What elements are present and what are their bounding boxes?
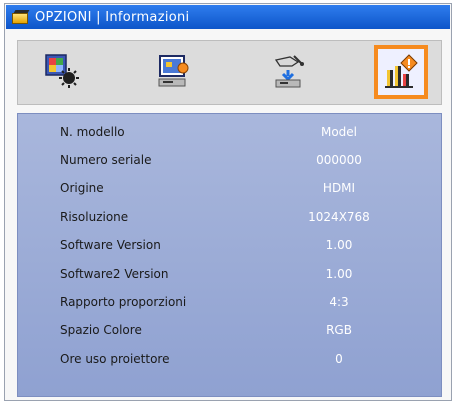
tab-screen[interactable] (148, 45, 202, 99)
setup-icon (274, 55, 304, 88)
info-label: Ore uso proiettore (60, 352, 170, 366)
info-label: Numero seriale (60, 153, 152, 167)
info-value: Model (320, 125, 358, 139)
info-row-serial: Numero seriale 000000 (18, 150, 441, 172)
info-row-software2-version: Software2 Version 1.00 (18, 264, 441, 286)
info-row-color-space: Spazio Colore RGB (18, 320, 441, 342)
picture-settings-icon (45, 54, 79, 88)
options-info-icon (385, 54, 418, 88)
info-label: Software2 Version (60, 267, 169, 281)
info-row-resolution: Risoluzione 1024X768 (18, 207, 441, 229)
info-label: Spazio Colore (60, 323, 142, 337)
menu-tab-bar (17, 40, 442, 105)
info-value: 1024X768 (308, 210, 370, 224)
info-value: 4:3 (329, 295, 349, 309)
info-label: Risoluzione (60, 210, 129, 224)
info-row-source: Origine HDMI (18, 178, 441, 200)
projector-icon (12, 10, 30, 24)
info-label: Rapporto proporzioni (60, 295, 187, 309)
info-row-aspect-ratio: Rapporto proporzioni 4:3 (18, 292, 441, 314)
screen-settings-icon (158, 55, 189, 87)
tab-image[interactable] (35, 45, 89, 99)
info-value: 0 (335, 352, 343, 366)
info-row-software-version: Software Version 1.00 (18, 235, 441, 257)
title-bar: OPZIONI | Informazioni (6, 5, 450, 29)
info-value: 1.00 (325, 267, 353, 281)
info-row-model: N. modello Model (18, 122, 441, 144)
info-value: RGB (326, 323, 352, 337)
info-value: HDMI (322, 181, 356, 195)
info-row-lamp-hours: Ore uso proiettore 0 (18, 349, 441, 371)
info-value: 1.00 (325, 238, 353, 252)
window-title: OPZIONI | Informazioni (35, 9, 190, 25)
info-label: Origine (60, 181, 104, 195)
info-label: Software Version (60, 238, 161, 252)
info-value: 000000 (316, 153, 362, 167)
info-label: N. modello (60, 125, 125, 139)
tab-setup[interactable] (261, 45, 315, 99)
tab-options[interactable] (374, 45, 428, 99)
osd-menu-window: OPZIONI | Informazioni N. modello Model … (4, 3, 452, 401)
information-panel: N. modello Model Numero seriale 000000 O… (17, 113, 442, 397)
